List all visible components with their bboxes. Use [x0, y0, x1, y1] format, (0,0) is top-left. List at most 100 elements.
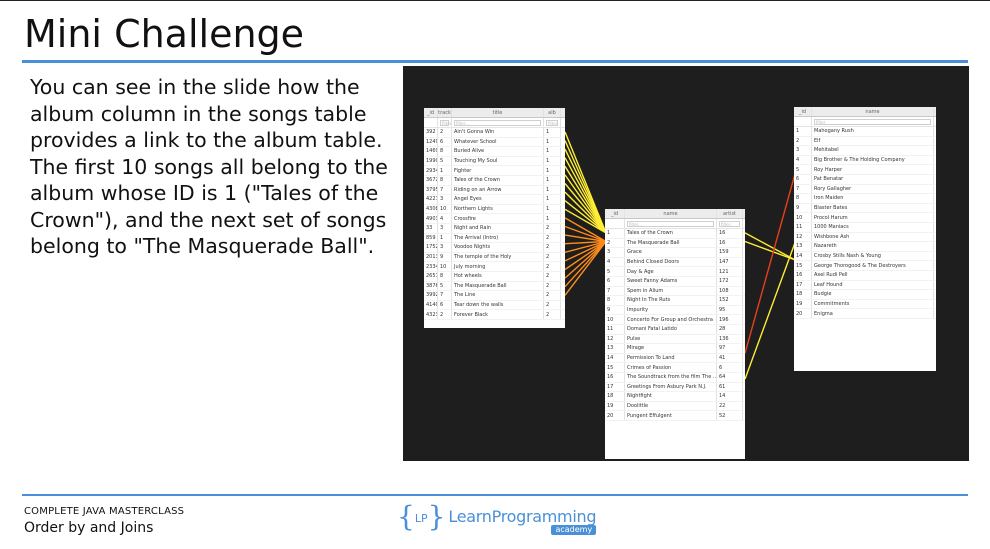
table-cell: Forever Black	[452, 310, 544, 319]
table-cell: 3	[794, 146, 812, 155]
filter-input[interactable]: filter...	[627, 220, 714, 227]
table-cell: Mirage	[625, 344, 717, 353]
logo-mark: LP	[414, 512, 428, 525]
table-cell: 3795	[426, 185, 438, 195]
table-cell: 2	[544, 223, 561, 233]
table-cell: The Soundtrack from the film The ...	[627, 372, 717, 382]
table-row: 12 Pulse 136	[605, 334, 745, 345]
table-cell: Blaster Bates	[812, 203, 934, 213]
table-row: 2013 9 The temple of the Holy 2	[424, 252, 565, 263]
table-row: 1990 5 Touching My Soul 1	[424, 156, 565, 167]
filter-cell	[794, 117, 812, 126]
table-cell: 6	[605, 276, 625, 286]
table-cell: 1	[544, 166, 561, 175]
albums-table: _id name artist filter... filter... 1 Tales of…	[605, 209, 745, 459]
table-cell: 4	[794, 155, 812, 165]
songs-table: _idtracktitlealbfilter...filter...filter…	[424, 108, 565, 328]
table-cell: 12	[794, 232, 812, 242]
filter-cell: filter...	[717, 219, 743, 228]
table-cell: 14	[605, 353, 625, 363]
relationship-line	[564, 241, 607, 288]
table-cell: 16	[717, 229, 743, 238]
table-row: 10 Procol Harum	[794, 213, 936, 223]
table-cell: Concerto For Group and Orchestra	[625, 315, 717, 324]
table-cell: 64	[717, 372, 743, 382]
table-cell: 4323	[426, 310, 438, 319]
table-cell: Tales of the Crown	[625, 229, 717, 238]
table-cell: 16	[605, 372, 625, 382]
table-cell: 18	[605, 392, 625, 401]
table-cell: 16	[717, 238, 743, 248]
table-cell: Crosby Stills Nash & Young	[812, 251, 934, 261]
table-cell: 2	[544, 281, 561, 291]
table-header-row: _id name	[794, 107, 936, 117]
table-row: 3 Mehitabel	[794, 146, 936, 156]
table-cell: 3992	[426, 291, 438, 300]
filter-input[interactable]: filter...	[440, 119, 451, 126]
table-row: 20 Pungent Effulgent 52	[605, 411, 745, 421]
table-cell: 18	[794, 290, 812, 299]
table-cell: 1469	[426, 147, 438, 156]
table-cell: 1	[438, 166, 452, 175]
filter-input[interactable]: filter...	[719, 220, 740, 227]
table-cell: 1	[544, 185, 561, 195]
table-cell: Fighter	[452, 166, 544, 175]
table-cell: 3	[605, 248, 625, 257]
column-header: track	[438, 108, 452, 117]
table-cell: Permission To Land	[625, 353, 717, 363]
table-row: 15 George Thorogood & The Destroyers	[794, 261, 936, 271]
table-cell: 2	[544, 291, 561, 300]
column-header: _id	[424, 108, 438, 117]
table-cell: Procol Harum	[812, 213, 934, 222]
table-cell: Angel Eyes	[452, 195, 544, 204]
table-cell: 10	[438, 204, 452, 214]
filter-cell: filter...	[438, 118, 452, 127]
table-header-row: _id name artist	[605, 209, 745, 219]
table-cell: 8	[438, 271, 452, 281]
table-cell: Touching My Soul	[452, 156, 544, 166]
table-row: 2 The Masquerade Ball 16	[605, 238, 745, 249]
table-row: 3 Grace 159	[605, 248, 745, 258]
table-cell: Spem in Alium	[625, 286, 717, 296]
table-header-row: _id track title alb	[424, 108, 565, 118]
table-row: 17 Leaf Hound	[794, 280, 936, 291]
filter-input[interactable]: filter	[814, 118, 931, 125]
table-cell: 2	[544, 252, 561, 262]
table-row: 20 Enigma	[794, 309, 936, 319]
table-cell: 2	[544, 262, 561, 271]
table-cell: 1	[544, 195, 561, 204]
filter-cell	[424, 118, 438, 127]
table-cell: 3	[438, 195, 452, 204]
table-row: 6 Sweet Fanny Adams 172	[605, 276, 745, 287]
table-cell: 7	[438, 185, 452, 195]
table-cell: Greetings From Asbury Park N.J.	[625, 382, 717, 392]
table-cell: Roy Harper	[812, 165, 934, 174]
table-cell: 19	[794, 299, 812, 309]
table-cell: 1990	[426, 156, 438, 166]
table-cell: Pulse	[625, 334, 717, 344]
table-cell: 41	[717, 353, 743, 363]
lesson-name: Order by and Joins	[24, 520, 154, 536]
table-row: 19 Commitments	[794, 299, 936, 310]
column-header: artist	[717, 209, 743, 218]
table-cell: 2	[544, 233, 561, 243]
table-cell: 121	[717, 267, 743, 276]
table-row: 18 Nightfight 14	[605, 392, 745, 402]
table-cell: Night and Rain	[452, 223, 544, 233]
logo-brace-icon: {	[397, 500, 415, 533]
course-name: COMPLETE JAVA MASTERCLASS	[24, 506, 185, 517]
filter-row: filter...filter...filter...	[424, 118, 565, 128]
table-cell: 61	[717, 382, 743, 392]
table-cell: 6	[438, 300, 452, 310]
footer-rule	[22, 494, 968, 496]
table-cell: The Arrival (Intro)	[452, 233, 544, 243]
table-cell: 20	[794, 309, 812, 318]
table-cell: 1	[794, 127, 812, 136]
filter-input[interactable]: filter...	[454, 119, 541, 126]
table-cell: Rory Gallagher	[812, 184, 934, 194]
column-header: alb	[544, 108, 561, 117]
table-row: 8 Iron Maiden	[794, 194, 936, 204]
filter-input[interactable]: filter...	[546, 119, 560, 126]
table-cell: 1	[605, 229, 625, 238]
filter-cell: filter	[812, 117, 934, 126]
